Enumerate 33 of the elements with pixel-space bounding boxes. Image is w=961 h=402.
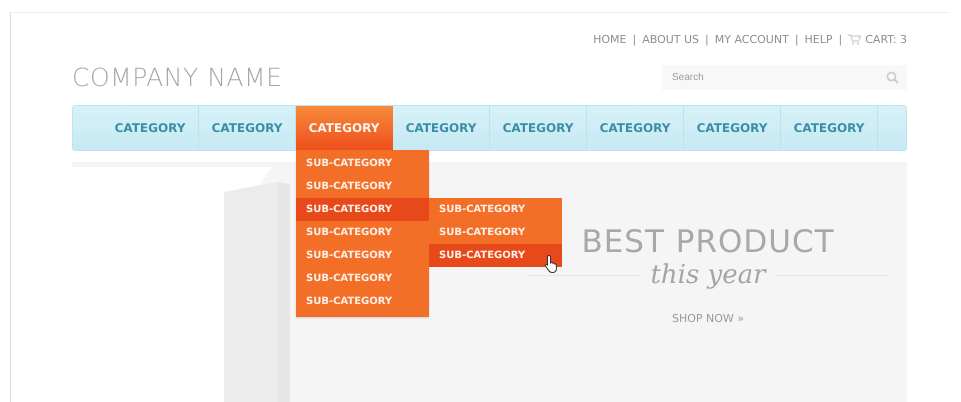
category-tab[interactable]: CATEGORY: [684, 106, 781, 150]
cart-link[interactable]: CART: 3: [848, 32, 907, 46]
submenu-item[interactable]: SUB-CATEGORY: [296, 290, 429, 313]
search-field[interactable]: Search: [662, 64, 907, 90]
shop-now-link[interactable]: SHOP NOW »: [672, 312, 744, 325]
link-separator: |: [794, 32, 799, 46]
link-separator: |: [705, 32, 709, 46]
submenu-item[interactable]: SUB-CATEGORY: [296, 244, 429, 267]
top-link[interactable]: MY ACCOUNT: [714, 32, 789, 46]
search-input[interactable]: Search: [670, 70, 874, 84]
submenu-item[interactable]: SUB-CATEGORY: [429, 221, 562, 244]
cart-icon: [848, 34, 862, 44]
category-tab[interactable]: CATEGORY: [490, 106, 587, 150]
submenu-item[interactable]: SUB-CATEGORY: [296, 198, 429, 221]
search-icon: [886, 70, 899, 84]
top-link[interactable]: HELP: [804, 32, 833, 46]
submenu-item[interactable]: SUB-CATEGORY: [296, 152, 429, 175]
hero-subheading: this year: [650, 260, 766, 290]
submenu-item[interactable]: SUB-CATEGORY: [296, 175, 429, 198]
link-separator: |: [838, 32, 842, 46]
hero-heading: BEST PRODUCT: [581, 224, 835, 260]
hand-cursor-icon: [544, 254, 560, 274]
category-tab[interactable]: CATEGORY: [393, 106, 490, 150]
category-tab[interactable]: CATEGORY: [781, 106, 878, 150]
company-logo: COMPANY NAME: [72, 62, 282, 92]
submenu-item[interactable]: SUB-CATEGORY: [296, 221, 429, 244]
top-link[interactable]: ABOUT US: [642, 32, 700, 46]
category-tab[interactable]: CATEGORY: [102, 106, 199, 150]
top-link[interactable]: HOME: [593, 32, 626, 46]
submenu-item[interactable]: SUB-CATEGORY: [429, 198, 562, 221]
submenu-item[interactable]: SUB-CATEGORY: [296, 267, 429, 290]
link-separator: |: [632, 32, 636, 46]
category-tab[interactable]: CATEGORY: [587, 106, 684, 150]
